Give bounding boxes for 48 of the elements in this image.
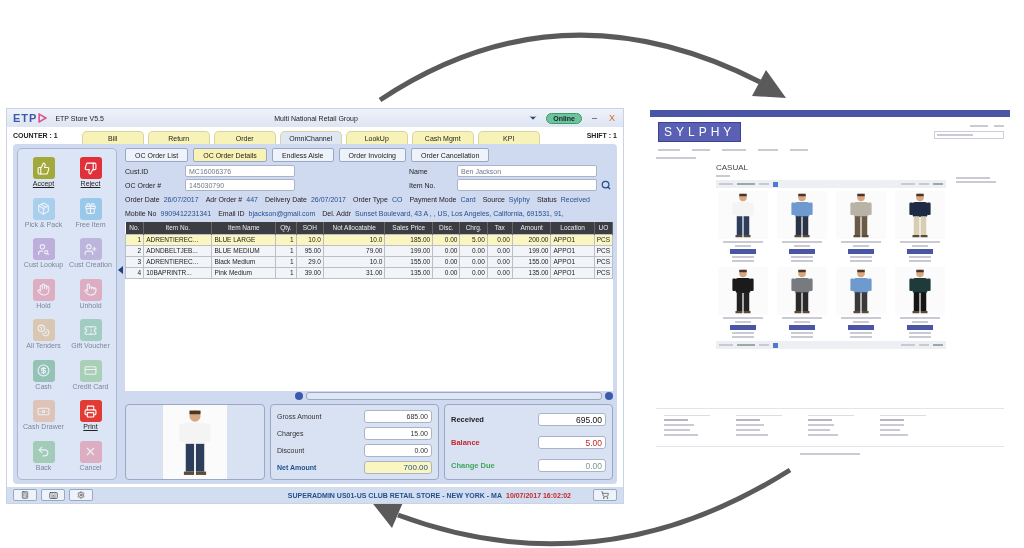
search-icon[interactable] [601,180,611,190]
add-to-cart-button[interactable] [847,249,874,254]
payment-value: 0.00 [538,458,606,472]
logo[interactable]: SYLPHY [658,122,742,142]
thumbs-up-icon [37,161,50,175]
page-heading: CASUAL [716,163,749,172]
keyboard-button[interactable] [41,489,65,501]
settings-button[interactable] [69,489,93,501]
scroll-right-button[interactable] [605,392,613,400]
calculator-button[interactable] [13,489,37,501]
cart-button[interactable] [593,489,617,501]
gift-icon [84,202,97,216]
total-value: 700.00 [364,461,432,475]
scrollbar[interactable] [306,392,602,400]
keyboard-icon [48,490,58,500]
add-to-cart-button[interactable] [729,325,756,330]
add-to-cart-button[interactable] [788,325,815,330]
grid-view-icon[interactable] [773,181,778,187]
credit-card-icon [84,364,97,378]
search-field[interactable] [934,131,1004,139]
input-field[interactable] [457,179,597,191]
grid-view-icon[interactable] [773,342,778,348]
hand-icon [37,283,50,297]
settings-icon [77,491,85,499]
payment-value: 695.00 [538,412,606,426]
add-to-cart-button[interactable] [847,325,874,330]
ticket-icon [84,323,97,337]
printer-icon [84,404,97,418]
thumbs-down-icon [84,161,97,175]
pointing-hand-icon [84,283,97,297]
play-triangle-icon [38,113,48,123]
cart-icon [601,491,609,499]
minimize-button[interactable]: – [590,113,599,123]
coins-icon [37,323,50,337]
add-to-cart-button[interactable] [906,249,933,254]
dropdown-icon[interactable] [528,113,539,123]
payment-value: 5.00 [538,435,606,449]
add-to-cart-button[interactable] [788,249,815,254]
user-plus-icon [84,242,97,256]
scroll-left-button[interactable] [295,392,303,400]
add-to-cart-button[interactable] [729,249,756,254]
package-icon [37,202,50,216]
dollar-icon [37,364,50,378]
add-to-cart-button[interactable] [906,325,933,330]
undo-arrow-icon [37,445,50,459]
calculator-icon [21,491,29,499]
user-search-icon [37,242,50,256]
logo: ETP [13,112,38,124]
